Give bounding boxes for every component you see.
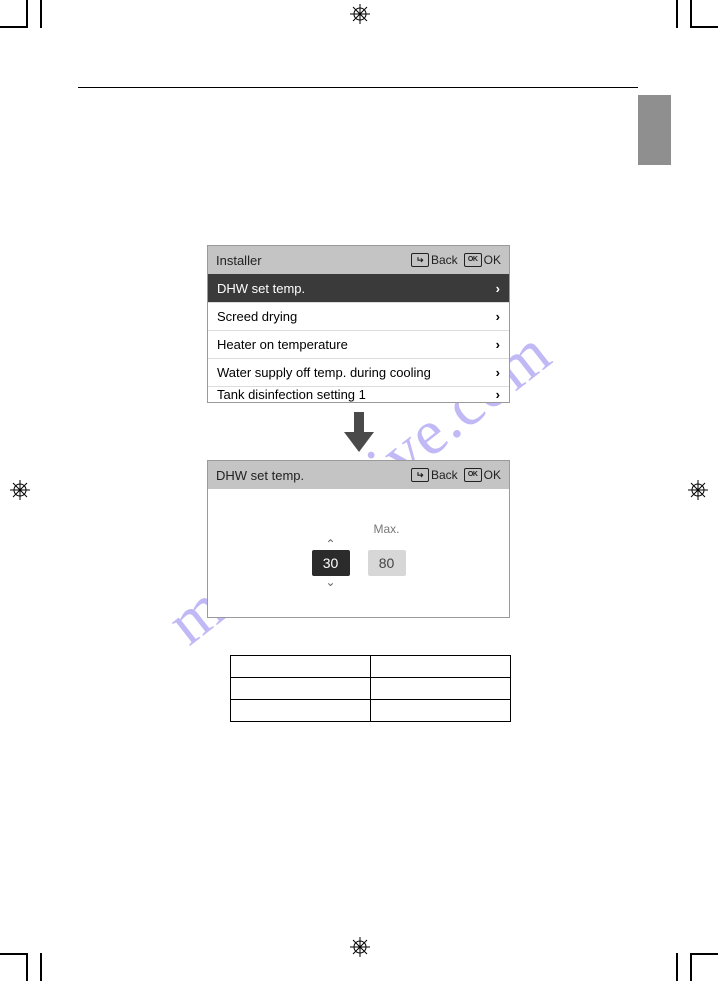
crop-mark <box>690 953 718 955</box>
table-cell <box>371 678 511 700</box>
chevron-right-icon: › <box>496 365 500 380</box>
registration-mark <box>10 480 30 500</box>
menu-item-dhw-set-temp[interactable]: DHW set temp. › <box>208 274 509 302</box>
chevron-right-icon: › <box>496 387 500 402</box>
registration-mark <box>350 937 370 957</box>
crop-mark <box>0 26 28 28</box>
crop-mark <box>26 0 28 28</box>
table-cell <box>231 678 371 700</box>
header-rule <box>78 87 638 88</box>
ok-label: OK <box>484 468 501 482</box>
registration-mark <box>688 480 708 500</box>
decrement-button[interactable]: ⌄ <box>325 576 335 588</box>
spec-table <box>230 655 511 722</box>
crop-mark <box>676 953 678 981</box>
titlebar: DHW set temp. Back OK <box>208 461 509 489</box>
ok-icon <box>464 253 482 267</box>
titlebar: Installer Back OK <box>208 246 509 274</box>
crop-mark <box>40 0 42 28</box>
crop-mark <box>676 0 678 28</box>
chevron-right-icon: › <box>496 309 500 324</box>
back-label: Back <box>431 468 458 482</box>
max-label: Max. <box>373 522 399 538</box>
menu-item-label: DHW set temp. <box>217 281 496 296</box>
increment-button[interactable]: ⌃ <box>325 538 335 550</box>
back-icon <box>411 253 429 267</box>
registration-mark <box>350 4 370 24</box>
value-editor: ⌃ 30 ⌄ Max. ⌃ 80 ⌄ <box>208 489 509 617</box>
table-cell <box>231 656 371 678</box>
arrow-down-icon <box>344 412 374 452</box>
table-cell <box>371 700 511 722</box>
back-icon <box>411 468 429 482</box>
screen-title: DHW set temp. <box>216 468 411 483</box>
menu-item-label: Water supply off temp. during cooling <box>217 365 496 380</box>
max-value: 80 <box>368 550 406 576</box>
menu-item-label: Screed drying <box>217 309 496 324</box>
chevron-right-icon: › <box>496 281 500 296</box>
table-cell <box>231 700 371 722</box>
menu-item-heater-on-temperature[interactable]: Heater on temperature › <box>208 330 509 358</box>
table-row <box>231 678 511 700</box>
installer-menu-screen: Installer Back OK DHW set temp. › Screed… <box>207 245 510 403</box>
crop-mark <box>26 953 28 981</box>
current-value[interactable]: 30 <box>312 550 350 576</box>
table-row <box>231 656 511 678</box>
crop-mark <box>690 0 692 28</box>
crop-mark <box>690 953 692 981</box>
dhw-set-temp-screen: DHW set temp. Back OK ⌃ 30 ⌄ Max. ⌃ 80 ⌄ <box>207 460 510 618</box>
screen-title: Installer <box>216 253 411 268</box>
menu-item-label: Tank disinfection setting 1 <box>217 387 496 402</box>
table-cell <box>371 656 511 678</box>
crop-mark <box>0 953 28 955</box>
menu-item-water-supply-off-temp[interactable]: Water supply off temp. during cooling › <box>208 358 509 386</box>
table-row <box>231 700 511 722</box>
menu-item-label: Heater on temperature <box>217 337 496 352</box>
crop-mark <box>690 26 718 28</box>
page-tab-marker <box>638 95 671 165</box>
ok-label: OK <box>484 253 501 267</box>
crop-mark <box>40 953 42 981</box>
menu-item-tank-disinfection[interactable]: Tank disinfection setting 1 › <box>208 386 509 402</box>
back-label: Back <box>431 253 458 267</box>
ok-icon <box>464 468 482 482</box>
chevron-right-icon: › <box>496 337 500 352</box>
menu-item-screed-drying[interactable]: Screed drying › <box>208 302 509 330</box>
